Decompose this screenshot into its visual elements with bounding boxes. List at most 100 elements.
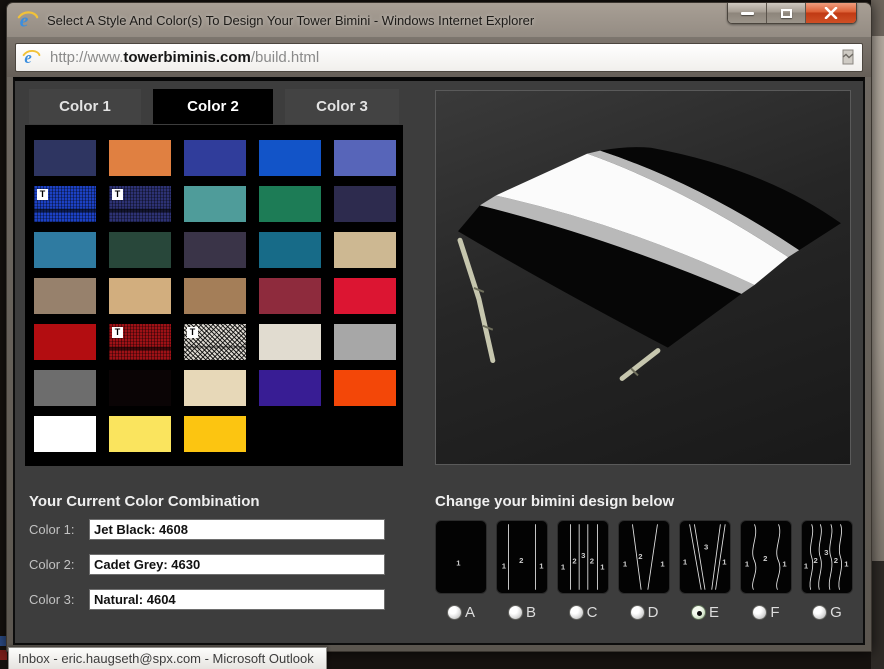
color-swatch[interactable] [259, 140, 321, 176]
color-2-field[interactable] [89, 554, 385, 575]
color-swatch[interactable] [334, 324, 396, 360]
color-swatch[interactable] [259, 370, 321, 406]
radio-icon[interactable] [569, 605, 584, 620]
design-thumb-e[interactable]: 131 [679, 520, 731, 594]
svg-text:1: 1 [844, 560, 849, 569]
color-swatch[interactable] [34, 140, 96, 176]
color-swatch[interactable] [259, 186, 321, 222]
color-3-field[interactable] [89, 589, 385, 610]
address-bar[interactable]: e http://www.towerbiminis.com/build.html [15, 43, 863, 72]
desktop: e Select A Style And Color(s) To Design … [0, 0, 884, 669]
design-radio-b[interactable]: B [496, 604, 548, 621]
color-swatch[interactable] [184, 278, 246, 314]
color-swatch[interactable]: T [34, 186, 96, 222]
color-swatch[interactable] [259, 232, 321, 268]
maximize-button[interactable] [767, 3, 806, 23]
color-swatch[interactable] [109, 278, 171, 314]
radio-icon[interactable] [752, 605, 767, 620]
address-ie-icon: e [22, 48, 41, 67]
minimize-button[interactable] [728, 3, 767, 23]
design-radio-letter: A [465, 604, 475, 621]
texture-badge: T [187, 327, 198, 338]
color-swatch[interactable] [34, 324, 96, 360]
design-radio-e[interactable]: E [679, 604, 731, 621]
maximize-icon [781, 9, 792, 18]
svg-text:2: 2 [590, 557, 594, 566]
svg-text:1: 1 [660, 560, 665, 569]
color-swatch[interactable] [184, 186, 246, 222]
tab-color-2[interactable]: Color 2 [153, 89, 273, 124]
svg-text:3: 3 [824, 548, 828, 557]
design-thumbnails: 11211232112113112112321 [435, 520, 853, 594]
texture-badge: T [112, 189, 123, 200]
color-swatch[interactable] [259, 278, 321, 314]
design-radio-g[interactable]: G [801, 604, 853, 621]
color-1-label: Color 1: [29, 522, 89, 537]
color-swatch[interactable] [184, 370, 246, 406]
tab-color-1[interactable]: Color 1 [29, 89, 141, 124]
url-domain: towerbiminis.com [123, 49, 251, 66]
color-swatch[interactable] [109, 370, 171, 406]
close-button[interactable] [806, 3, 856, 23]
color-swatch[interactable] [259, 324, 321, 360]
design-thumb-a[interactable]: 1 [435, 520, 487, 594]
color-swatch[interactable] [334, 140, 396, 176]
color-swatch[interactable] [109, 232, 171, 268]
color-swatch[interactable] [334, 370, 396, 406]
color-1-field[interactable] [89, 519, 385, 540]
design-radio-letter: B [526, 604, 536, 621]
color-swatch[interactable] [334, 232, 396, 268]
svg-text:2: 2 [638, 552, 642, 561]
svg-text:1: 1 [539, 562, 544, 571]
swatch-panel: T T T T [25, 125, 403, 466]
svg-text:2: 2 [814, 556, 818, 565]
svg-text:2: 2 [572, 557, 576, 566]
svg-text:2: 2 [834, 556, 838, 565]
color-swatch[interactable] [34, 416, 96, 452]
browser-window: e Select A Style And Color(s) To Design … [6, 2, 872, 652]
title-bar[interactable]: e Select A Style And Color(s) To Design … [7, 3, 871, 37]
color-swatch[interactable]: T [109, 324, 171, 360]
design-radio-d[interactable]: D [618, 604, 670, 621]
color-swatch[interactable] [184, 416, 246, 452]
color-swatch[interactable] [334, 278, 396, 314]
design-thumb-d[interactable]: 121 [618, 520, 670, 594]
svg-text:1: 1 [683, 558, 688, 567]
combo-row: Color 3: [29, 589, 403, 610]
desktop-background-right-lower [871, 561, 884, 669]
color-swatch[interactable] [109, 140, 171, 176]
color-swatch[interactable] [334, 186, 396, 222]
svg-text:1: 1 [782, 560, 787, 569]
window-controls [727, 3, 857, 24]
color-swatch[interactable] [184, 232, 246, 268]
svg-text:1: 1 [745, 560, 750, 569]
color-tab-bar: Color 1 Color 2 Color 3 [29, 89, 399, 124]
svg-text:1: 1 [456, 559, 461, 568]
design-radio-group: A B C DE F G [435, 604, 853, 621]
color-swatch[interactable]: T [184, 324, 246, 360]
color-swatch[interactable] [109, 416, 171, 452]
tab-color-3[interactable]: Color 3 [285, 89, 399, 124]
design-thumb-b[interactable]: 121 [496, 520, 548, 594]
color-swatch[interactable]: T [109, 186, 171, 222]
color-swatch[interactable] [34, 278, 96, 314]
radio-icon[interactable] [447, 605, 462, 620]
url-text[interactable]: http://www.towerbiminis.com/build.html [50, 49, 840, 66]
design-thumb-f[interactable]: 121 [740, 520, 792, 594]
design-thumb-c[interactable]: 12321 [557, 520, 609, 594]
color-swatch[interactable] [184, 140, 246, 176]
design-radio-letter: F [770, 604, 779, 621]
radio-icon[interactable] [691, 605, 706, 620]
radio-icon[interactable] [630, 605, 645, 620]
design-radio-c[interactable]: C [557, 604, 609, 621]
design-radio-a[interactable]: A [435, 604, 487, 621]
compatibility-view-icon[interactable] [840, 49, 856, 65]
radio-icon[interactable] [812, 605, 827, 620]
design-radio-letter: C [587, 604, 598, 621]
color-swatch[interactable] [34, 370, 96, 406]
radio-icon[interactable] [508, 605, 523, 620]
design-radio-f[interactable]: F [740, 604, 792, 621]
close-icon [824, 7, 838, 19]
design-thumb-g[interactable]: 12321 [801, 520, 853, 594]
color-swatch[interactable] [34, 232, 96, 268]
